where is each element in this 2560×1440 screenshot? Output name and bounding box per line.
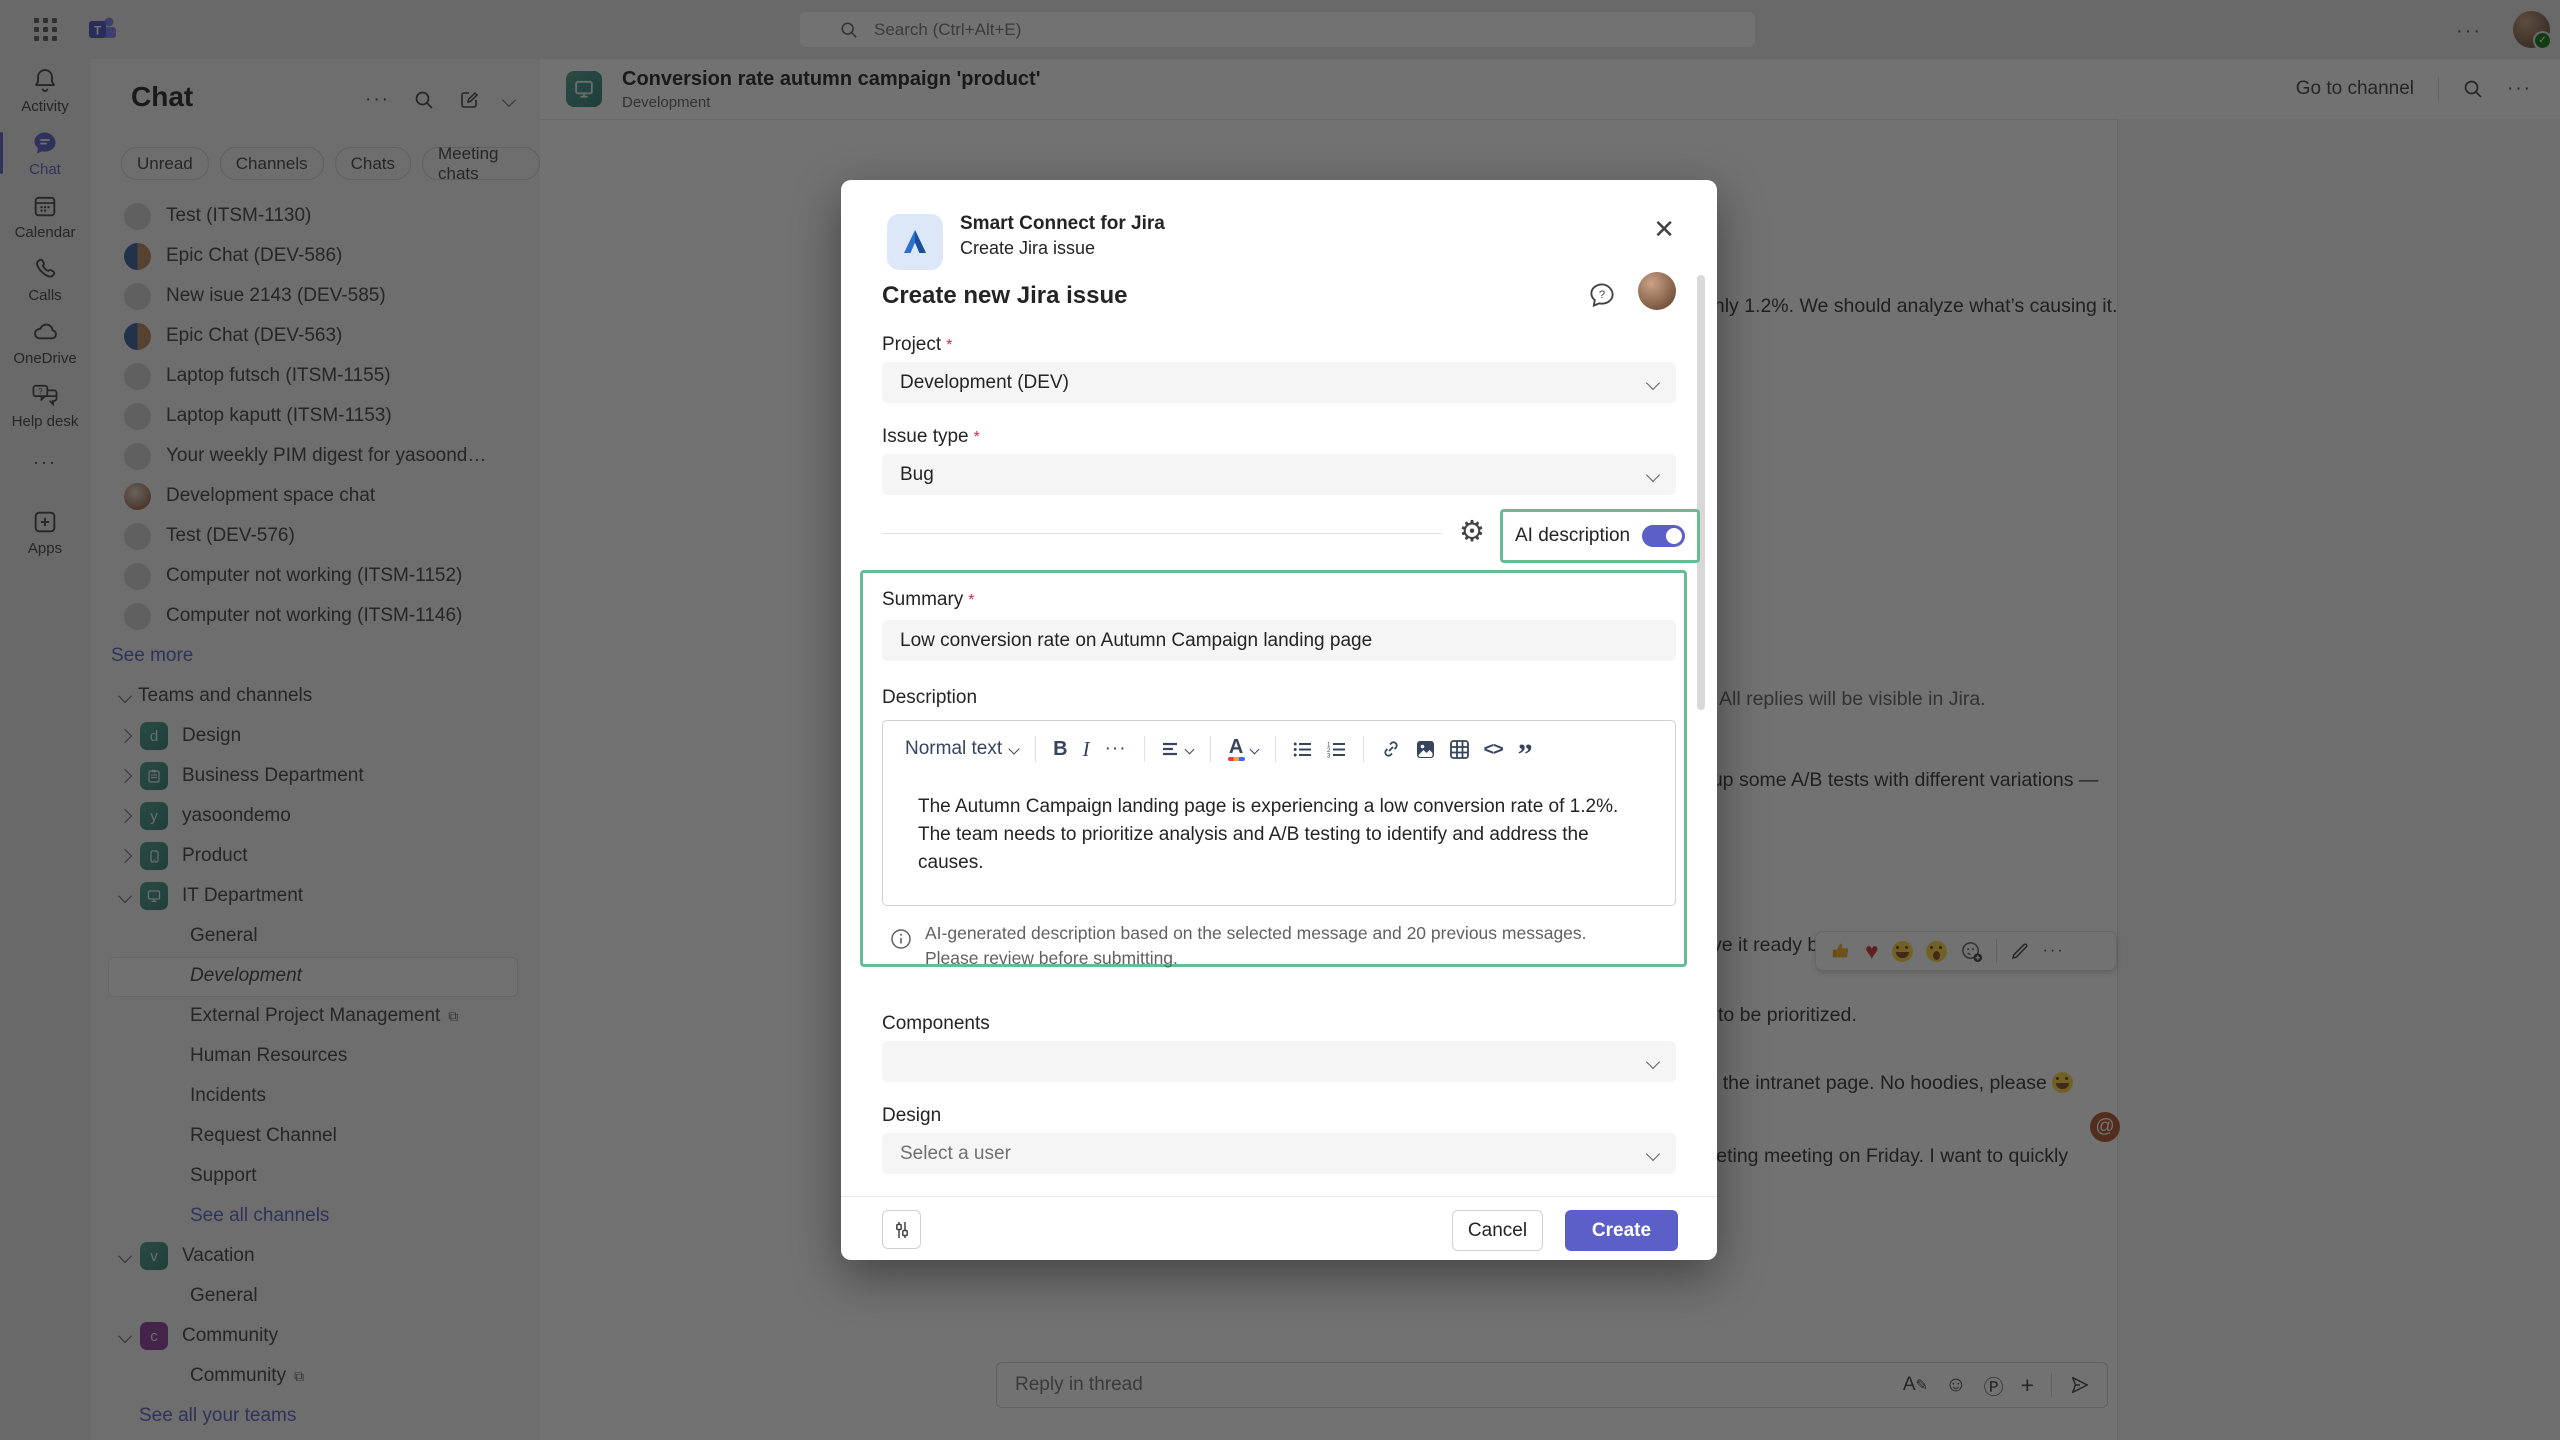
summary-input[interactable]	[882, 620, 1676, 661]
sliders-icon	[893, 1221, 911, 1239]
issue-reporter-avatar	[1638, 272, 1676, 310]
design-label: Design	[882, 1105, 941, 1127]
description-label: Description	[882, 687, 1684, 709]
modal-scrollbar-thumb[interactable]	[1697, 275, 1705, 710]
editor-toolbar: Normal text B I ··· A 123 <>	[883, 721, 1675, 777]
ai-description-annotation-box: AI description	[1500, 509, 1700, 563]
chevron-down-icon	[1646, 1146, 1660, 1160]
align-dropdown[interactable]	[1162, 741, 1193, 757]
advanced-options-button[interactable]	[882, 1210, 921, 1249]
ai-generated-note: AI-generated description based on the se…	[882, 921, 1684, 971]
svg-text:?: ?	[1599, 289, 1605, 301]
chevron-down-icon	[1646, 375, 1660, 389]
bold-button[interactable]: B	[1053, 738, 1067, 761]
create-jira-issue-dialog: Smart Connect for Jira Create Jira issue…	[841, 180, 1717, 1260]
project-dropdown[interactable]: Development (DEV)	[882, 362, 1676, 403]
link-icon[interactable]	[1381, 739, 1401, 759]
ai-description-label: AI description	[1515, 525, 1630, 547]
issue-type-label: Issue type*	[882, 426, 980, 448]
components-label: Components	[882, 1013, 990, 1035]
app-name: Smart Connect for Jira	[960, 213, 1165, 235]
chevron-down-icon	[1646, 467, 1660, 481]
comment-question-icon[interactable]: ?	[1587, 280, 1617, 310]
insert-image-icon[interactable]	[1416, 740, 1435, 759]
smart-connect-app-icon	[887, 214, 943, 270]
components-dropdown[interactable]	[882, 1041, 1676, 1082]
info-icon	[890, 928, 912, 950]
italic-button[interactable]: I	[1083, 737, 1090, 762]
cancel-button[interactable]: Cancel	[1452, 1210, 1543, 1251]
gear-icon[interactable]: ⚙	[1459, 514, 1485, 549]
quote-icon[interactable]: ”	[1518, 750, 1533, 760]
insert-table-icon[interactable]	[1450, 740, 1469, 759]
dialog-title: Create new Jira issue	[882, 282, 1127, 310]
summary-description-annotation-box: Summary* Description Normal text B I ···…	[860, 570, 1687, 967]
toggle-knob	[1666, 528, 1682, 544]
design-user-dropdown[interactable]: Select a user	[882, 1133, 1676, 1174]
create-button[interactable]: Create	[1565, 1210, 1678, 1251]
section-divider	[882, 533, 1442, 534]
text-style-dropdown[interactable]: Normal text	[905, 738, 1018, 760]
font-color-dropdown[interactable]: A	[1228, 738, 1258, 761]
issue-type-dropdown[interactable]: Bug	[882, 454, 1676, 495]
description-editor[interactable]: Normal text B I ··· A 123 <>	[882, 720, 1676, 906]
app-subtitle: Create Jira issue	[960, 238, 1095, 259]
description-text[interactable]: The Autumn Campaign landing page is expe…	[883, 777, 1666, 877]
teams-app-window: T ··· ✓ Activity Chat Calendar Calls	[0, 0, 2560, 1440]
project-label: Project*	[882, 334, 952, 356]
dialog-footer: Cancel Create	[841, 1196, 1717, 1261]
svg-text:3: 3	[1327, 753, 1331, 758]
more-formatting-button[interactable]: ···	[1105, 738, 1127, 760]
ai-description-toggle[interactable]	[1642, 525, 1685, 547]
bullet-list-icon[interactable]	[1293, 741, 1312, 758]
close-icon[interactable]: ✕	[1653, 216, 1675, 242]
code-icon[interactable]: <>	[1484, 739, 1503, 760]
summary-label: Summary*	[882, 589, 1684, 611]
chevron-down-icon	[1646, 1054, 1660, 1068]
numbered-list-icon[interactable]: 123	[1327, 741, 1346, 758]
